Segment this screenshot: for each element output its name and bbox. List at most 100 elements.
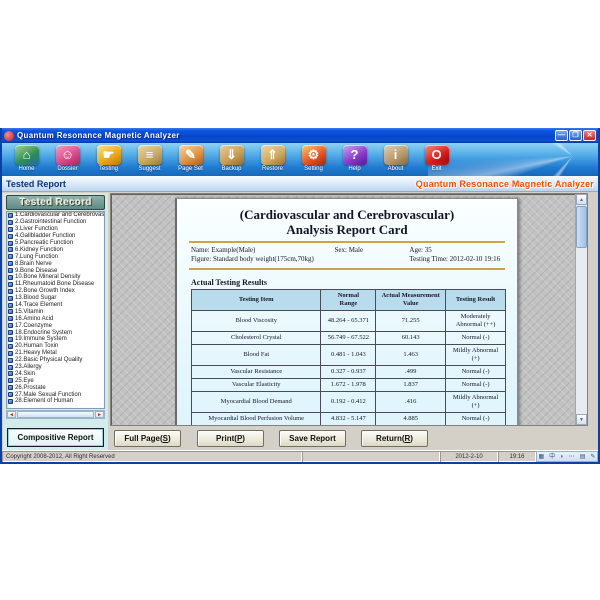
scroll-down-icon[interactable]: ▼ xyxy=(576,414,587,425)
list-item[interactable]: 8.Brain Nerve xyxy=(7,260,104,267)
list-item[interactable]: 26.Prostate xyxy=(7,384,104,391)
list-item[interactable]: 24.Skin xyxy=(7,370,104,377)
scroll-left-icon[interactable]: ◄ xyxy=(7,411,16,418)
close-button[interactable]: ✕ xyxy=(583,130,596,141)
record-icon xyxy=(8,261,13,266)
record-icon xyxy=(8,247,13,252)
list-item[interactable]: 13.Blood Sugar xyxy=(7,295,104,302)
list-item[interactable]: 12.Bone Growth Index xyxy=(7,288,104,295)
toolbar-button-help[interactable]: ?Help xyxy=(334,145,375,173)
list-item[interactable]: 5.Pancreatic Function xyxy=(7,240,104,247)
pen-settings-icon[interactable]: ✎ xyxy=(590,452,595,462)
list-item[interactable]: 4.Gallbladder Function xyxy=(7,233,104,240)
toolbar-button-exit[interactable]: OExit xyxy=(416,145,457,173)
list-item[interactable]: 16.Amino Acid xyxy=(7,315,104,322)
toolbar-button-about[interactable]: iAbout xyxy=(375,145,416,173)
record-icon xyxy=(8,371,13,376)
toolbar-button-testing[interactable]: ☛Testing xyxy=(88,145,129,173)
desktop: Quantum Resonance Magnetic Analyzer — ❐ … xyxy=(0,0,600,600)
scroll-up-icon[interactable]: ▲ xyxy=(576,194,587,205)
list-item[interactable]: 1.Cardiovascular and Cerebrovascular xyxy=(7,212,104,219)
record-icon xyxy=(8,399,13,404)
titlebar[interactable]: Quantum Resonance Magnetic Analyzer — ❐ … xyxy=(2,128,598,143)
table-cell: Vascular Elasticity xyxy=(192,379,321,392)
list-item[interactable]: 15.Vitamin xyxy=(7,308,104,315)
list-item-label: 23.Allergy xyxy=(15,364,42,370)
toolbar-button-home[interactable]: ⌂Home xyxy=(6,145,47,173)
footer-button-print-p[interactable]: Print(P) xyxy=(197,430,264,447)
about-icon: i xyxy=(384,145,408,165)
compositive-report-button[interactable]: Compositive Report xyxy=(7,428,104,447)
footer-button-full-page-s[interactable]: Full Page(S) xyxy=(114,430,181,447)
keyboard-icon[interactable]: ▦ xyxy=(538,452,544,462)
results-section-title: Actual Testing Results xyxy=(191,278,503,287)
table-cell: 3.321 - 4.244 xyxy=(321,426,376,427)
more-options-icon[interactable]: ⋯ xyxy=(569,452,575,462)
patient-info: Name: Example(Male) Sex: Male Age: 35 Fi… xyxy=(191,246,503,264)
list-item[interactable]: 25.Eye xyxy=(7,377,104,384)
list-item-label: 27.Male Sexual Function xyxy=(15,392,81,398)
list-item[interactable]: 21.Heavy Metal xyxy=(7,350,104,357)
record-icon xyxy=(8,358,13,363)
system-tray[interactable]: ▦ 中 ◗ ⋯ ▤ ✎ xyxy=(536,451,598,462)
report-title-line1: (Cardiovascular and Cerebrovascular) xyxy=(177,207,517,222)
footer-button-return-r[interactable]: Return(R) xyxy=(361,430,428,447)
toolbar-button-suggest[interactable]: ≡Suggest xyxy=(129,145,170,173)
chinese-input-icon[interactable]: 中 xyxy=(549,452,555,462)
sidebar-hscrollbar[interactable]: ◄ ► xyxy=(6,410,105,419)
list-item[interactable]: 9.Bone Disease xyxy=(7,267,104,274)
list-item-label: 14.Trace Element xyxy=(15,302,62,308)
minimize-button[interactable]: — xyxy=(555,130,568,141)
toolbar-label: Page Set xyxy=(170,166,211,173)
toolbar-label: Suggest xyxy=(129,166,170,173)
toolbar-button-setting[interactable]: ⚙Setting xyxy=(293,145,334,173)
list-item-label: 4.Gallbladder Function xyxy=(15,233,75,239)
list-item[interactable]: 18.Endocrine System xyxy=(7,329,104,336)
pageset-icon: ✎ xyxy=(179,145,203,165)
list-item-label: 6.Kidney Function xyxy=(15,247,63,253)
toolbar-button-page-set[interactable]: ✎Page Set xyxy=(170,145,211,173)
results-table-head: Testing ItemNormalRangeActual Measuremen… xyxy=(192,290,506,311)
list-item[interactable]: 11.Rheumatoid Bone Disease xyxy=(7,281,104,288)
help-icon: ? xyxy=(343,145,367,165)
record-icon xyxy=(8,282,13,287)
scroll-thumb[interactable] xyxy=(576,206,587,248)
list-item[interactable]: 23.Allergy xyxy=(7,364,104,371)
sidebar-title: Tested Record xyxy=(6,195,105,210)
scroll-thumb[interactable] xyxy=(17,411,94,418)
list-item-label: 26.Prostate xyxy=(15,385,46,391)
softkeyboard-icon[interactable]: ▤ xyxy=(580,452,586,462)
list-item[interactable]: 6.Kidney Function xyxy=(7,246,104,253)
list-item[interactable]: 2.Gastrointestinal Function xyxy=(7,219,104,226)
tested-record-list[interactable]: 1.Cardiovascular and Cerebrovascular2.Ga… xyxy=(6,211,105,409)
list-item[interactable]: 22.Basic Physical Quality xyxy=(7,357,104,364)
status-date: 2012-2-10 xyxy=(440,451,498,462)
record-icon xyxy=(8,323,13,328)
list-item[interactable]: 14.Trace Element xyxy=(7,302,104,309)
table-cell: Myocardial Blood Perfusion Volume xyxy=(192,413,321,426)
toolbar-button-backup[interactable]: ⇓Backup xyxy=(211,145,252,173)
list-item[interactable]: 28.Element of Human xyxy=(7,398,104,405)
ime-mode-icon[interactable]: ◗ xyxy=(560,452,564,462)
list-item[interactable]: 19.Immune System xyxy=(7,336,104,343)
toolbar-button-dossier[interactable]: ☺Dossier xyxy=(47,145,88,173)
list-item[interactable]: 10.Bone Mineral Density xyxy=(7,274,104,281)
scroll-right-icon[interactable]: ► xyxy=(95,411,104,418)
toolbar-button-restore[interactable]: ⇑Restore xyxy=(252,145,293,173)
column-header: Testing Result xyxy=(446,290,506,311)
list-item[interactable]: 17.Coenzyme xyxy=(7,322,104,329)
table-row: Myocardial Blood Perfusion Volume4.832 -… xyxy=(192,413,506,426)
report-vscrollbar[interactable]: ▲ ▼ xyxy=(575,194,587,425)
maximize-button[interactable]: ❐ xyxy=(569,130,582,141)
table-cell: Mildly Abnormal (+) xyxy=(446,392,506,413)
table-cell: 60.143 xyxy=(376,332,446,345)
list-item[interactable]: 3.Liver Function xyxy=(7,226,104,233)
list-item[interactable]: 7.Lung Function xyxy=(7,253,104,260)
footer-button-save-report[interactable]: Save Report xyxy=(279,430,346,447)
record-icon xyxy=(8,227,13,232)
list-item[interactable]: 20.Human Toxin xyxy=(7,343,104,350)
table-cell: 56.749 - 67.522 xyxy=(321,332,376,345)
toolbar-label: Restore xyxy=(252,166,293,173)
list-item[interactable]: 27.Male Sexual Function xyxy=(7,391,104,398)
list-item-label: 13.Blood Sugar xyxy=(15,295,56,301)
